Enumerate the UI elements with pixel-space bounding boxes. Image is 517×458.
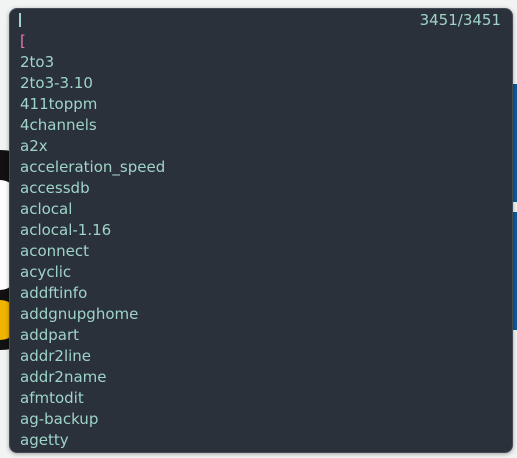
app-launcher: 3451/3451 [2to3 2to3-3.10 411toppm 4channel… (9, 8, 513, 453)
list-item[interactable]: 2to3 (10, 52, 512, 73)
list-item[interactable]: acceleration_speed (10, 157, 512, 178)
list-item[interactable]: agetty (10, 430, 512, 451)
text-cursor (19, 13, 21, 27)
list-item[interactable]: a2x (10, 136, 512, 157)
list-item[interactable]: aclocal-1.16 (10, 220, 512, 241)
list-item[interactable]: addpart (10, 325, 512, 346)
list-item[interactable]: addgnupghome (10, 304, 512, 325)
list-item[interactable]: ag-backup (10, 409, 512, 430)
list-item[interactable]: 2to3-3.10 (10, 73, 512, 94)
desktop-background: 3451/3451 [2to3 2to3-3.10 411toppm 4channel… (0, 0, 517, 458)
results-list: [2to3 2to3-3.10 411toppm 4channels a2x accele… (10, 31, 512, 451)
list-item[interactable]: aclocal (10, 199, 512, 220)
list-item[interactable]: acyclic (10, 262, 512, 283)
launcher-prompt[interactable]: 3451/3451 (10, 9, 512, 31)
list-item-selected[interactable]: [ (10, 31, 512, 52)
list-item[interactable]: 411toppm (10, 94, 512, 115)
list-item[interactable]: 4channels (10, 115, 512, 136)
match-counter: 3451/3451 (419, 11, 501, 29)
list-item[interactable]: addr2name (10, 367, 512, 388)
list-item[interactable]: addr2line (10, 346, 512, 367)
list-item[interactable]: aconnect (10, 241, 512, 262)
list-item[interactable]: afmtodit (10, 388, 512, 409)
list-item[interactable]: accessdb (10, 178, 512, 199)
list-item[interactable]: addftinfo (10, 283, 512, 304)
